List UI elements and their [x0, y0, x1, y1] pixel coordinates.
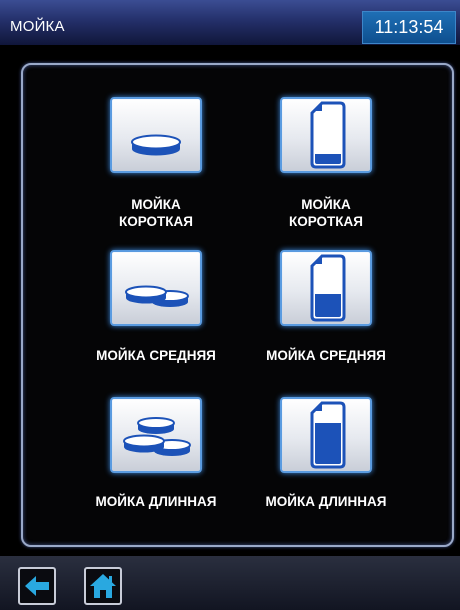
detergent-canister-full-icon	[310, 401, 346, 469]
wash-short-tablet-button[interactable]	[110, 97, 202, 173]
wash-long-tablet-button[interactable]	[110, 397, 202, 473]
back-button[interactable]	[18, 567, 56, 605]
detergent-canister-medium-icon	[310, 254, 346, 322]
title-bar: МОЙКА 11:13:54	[0, 0, 460, 45]
wash-long-canister-button[interactable]	[280, 397, 372, 473]
home-button[interactable]	[84, 567, 122, 605]
wash-short-canister-label: МОЙКА КОРОТКАЯ	[288, 197, 363, 229]
wash-long-tablet-label: МОЙКА ДЛИННАЯ	[95, 494, 217, 509]
wash-medium-canister-button[interactable]	[280, 250, 372, 326]
wash-medium-tablet-button[interactable]	[110, 250, 202, 326]
two-tablets-icon	[125, 285, 189, 307]
wash-short-tablet-label: МОЙКА КОРОТКАЯ	[118, 197, 193, 229]
detergent-canister-low-icon	[310, 101, 346, 169]
clock-display: 11:13:54	[362, 11, 456, 44]
home-icon	[90, 574, 116, 598]
wash-short-canister-button[interactable]	[280, 97, 372, 173]
back-arrow-icon	[25, 576, 49, 596]
program-panel	[21, 63, 454, 547]
wash-medium-canister-label: МОЙКА СРЕДНЯЯ	[266, 348, 386, 363]
wash-medium-tablet-label: МОЙКА СРЕДНЯЯ	[96, 348, 216, 363]
footer-bar	[0, 556, 460, 610]
wash-long-canister-label: МОЙКА ДЛИННАЯ	[265, 494, 387, 509]
three-tablets-icon	[123, 417, 191, 456]
page-title: МОЙКА	[10, 18, 65, 35]
single-tablet-icon	[131, 134, 181, 156]
